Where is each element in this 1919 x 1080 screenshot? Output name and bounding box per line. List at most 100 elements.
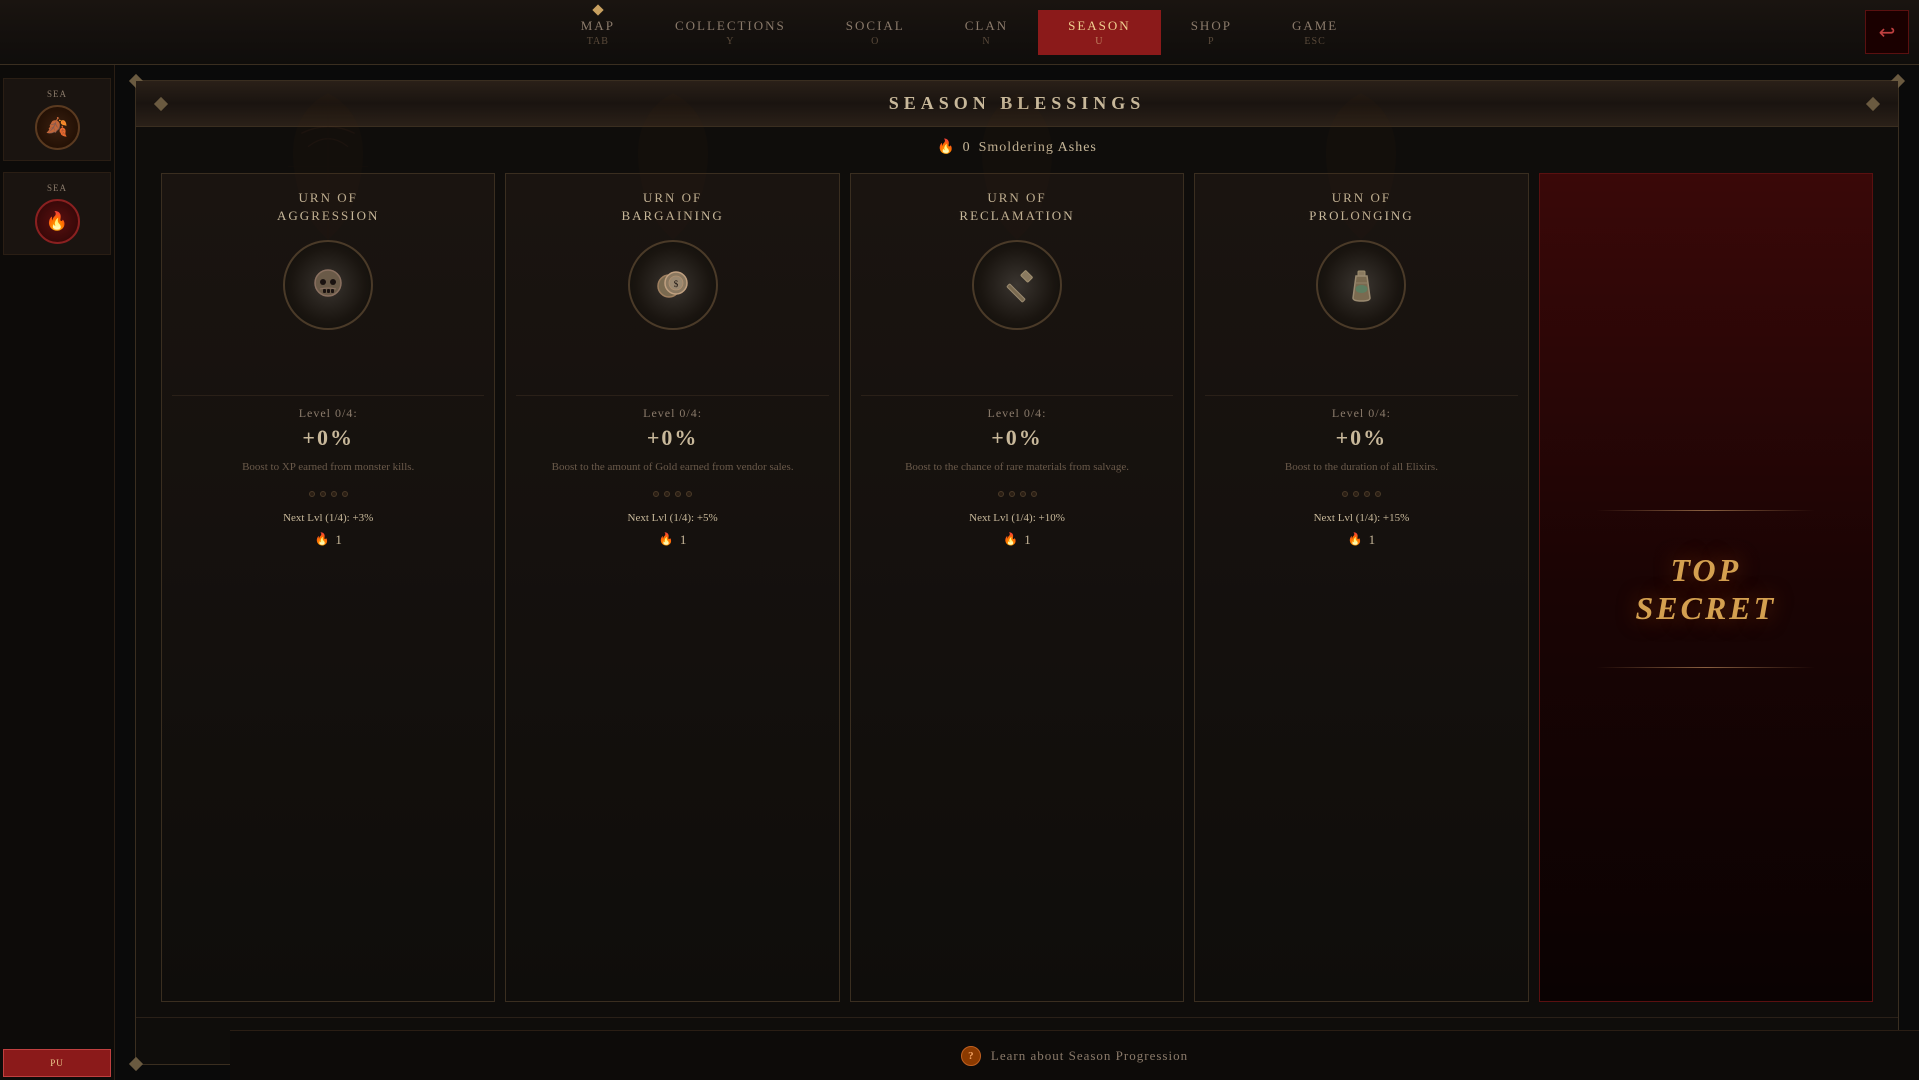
level-desc-prolonging: Boost to the duration of all Elixirs.	[1205, 459, 1517, 476]
urn-icon-container-bargaining: $	[628, 240, 718, 330]
sidebar-purchase-button[interactable]: PU	[3, 1049, 111, 1077]
nav-collections[interactable]: COLLECTIONS Y	[645, 10, 816, 55]
skull-icon	[306, 263, 351, 308]
progress-dots-prolonging	[1342, 491, 1381, 497]
dot-2	[1009, 491, 1015, 497]
nav-social[interactable]: SOCIAL O	[816, 10, 935, 55]
back-icon: ↩	[1879, 20, 1896, 45]
hammer-icon	[995, 263, 1040, 308]
level-info-prolonging: Level 0/4: +0% Boost to the duration of …	[1205, 395, 1517, 491]
blessing-card-prolonging[interactable]: URN OFPROLONGING Lev	[1194, 173, 1528, 1002]
sidebar-item-2-label: SEA	[47, 183, 67, 193]
level-bonus-prolonging: +0%	[1205, 425, 1517, 451]
next-level-prolonging: Next Lvl (1/4): +15%	[1314, 512, 1410, 524]
help-icon[interactable]: ?	[961, 1046, 981, 1066]
dot-2	[664, 491, 670, 497]
nav-shop-label: SHOP	[1191, 18, 1232, 34]
dot-3	[331, 491, 337, 497]
nav-map-label: MAP	[581, 18, 615, 34]
dot-2	[1353, 491, 1359, 497]
progress-dots-bargaining	[653, 491, 692, 497]
svg-text:$: $	[674, 279, 679, 289]
next-level-bargaining: Next Lvl (1/4): +5%	[628, 512, 718, 524]
nav-game[interactable]: GAME ESC	[1262, 10, 1368, 55]
upgrade-cost-bargaining: 1	[680, 532, 687, 548]
upgrade-fire-icon-bargaining: 🔥	[659, 532, 674, 547]
level-text-aggression: Level 0/4:	[172, 406, 484, 421]
left-sidebar: SEA 🍂 SEA 🔥 PU	[0, 65, 115, 1080]
nav-season[interactable]: SEASON U	[1038, 10, 1161, 55]
learn-link[interactable]: Learn about Season Progression	[991, 1048, 1188, 1064]
nav-map[interactable]: MAP TAB	[551, 10, 645, 55]
nav-clan-label: CLAN	[965, 18, 1008, 34]
upgrade-cost-prolonging: 1	[1369, 532, 1376, 548]
upgrade-row-reclamation[interactable]: 🔥 1	[1003, 532, 1030, 548]
title-diamond-right-icon	[1866, 96, 1880, 110]
upgrade-row-bargaining[interactable]: 🔥 1	[659, 532, 686, 548]
blessing-card-bargaining[interactable]: URN OFBARGAINING $ Le	[505, 173, 839, 1002]
blessing-card-reclamation[interactable]: URN OFRECLAMATION Level 0/4: +0%	[850, 173, 1184, 1002]
nav-map-key: TAB	[587, 36, 609, 47]
center-panel: SEASON BLESSINGS 🔥 0 Smoldering Ashes UR…	[115, 65, 1919, 1080]
map-diamond-icon	[592, 4, 603, 15]
level-desc-reclamation: Boost to the chance of rare materials fr…	[861, 459, 1173, 476]
sidebar-icon-1: 🍂	[35, 105, 80, 150]
level-info-aggression: Level 0/4: +0% Boost to XP earned from m…	[172, 395, 484, 491]
upgrade-fire-icon-aggression: 🔥	[314, 532, 329, 547]
dot-3	[1364, 491, 1370, 497]
top-secret-line-top	[1596, 510, 1815, 511]
sidebar-item-1[interactable]: SEA 🍂	[3, 78, 111, 161]
level-info-reclamation: Level 0/4: +0% Boost to the chance of ra…	[861, 395, 1173, 491]
level-bonus-bargaining: +0%	[516, 425, 828, 451]
dot-2	[320, 491, 326, 497]
blessing-card-top-secret: TOPSECRET	[1539, 173, 1873, 1002]
upgrade-row-aggression[interactable]: 🔥 1	[314, 532, 341, 548]
nav-social-key: O	[871, 36, 879, 47]
panel-frame: SEASON BLESSINGS 🔥 0 Smoldering Ashes UR…	[135, 80, 1899, 1065]
level-text-prolonging: Level 0/4:	[1205, 406, 1517, 421]
dot-3	[675, 491, 681, 497]
urn-icon-container-aggression	[283, 240, 373, 330]
upgrade-row-prolonging[interactable]: 🔥 1	[1348, 532, 1375, 548]
top-navigation: MAP TAB COLLECTIONS Y SOCIAL O CLAN N SE…	[0, 0, 1919, 65]
nav-season-key: U	[1095, 36, 1103, 47]
urn-icon-bg-prolonging	[1316, 240, 1406, 330]
level-desc-aggression: Boost to XP earned from monster kills.	[172, 459, 484, 476]
dot-4	[1375, 491, 1381, 497]
sidebar-icon-1-symbol: 🍂	[46, 117, 68, 138]
dot-1	[1342, 491, 1348, 497]
upgrade-cost-aggression: 1	[335, 532, 342, 548]
progress-dots-reclamation	[998, 491, 1037, 497]
ashes-fire-icon: 🔥	[937, 139, 954, 156]
next-level-reclamation: Next Lvl (1/4): +10%	[969, 512, 1065, 524]
urn-icon-container-prolonging	[1316, 240, 1406, 330]
nav-clan[interactable]: CLAN N	[935, 10, 1038, 55]
back-button[interactable]: ↩	[1865, 10, 1909, 54]
dot-1	[998, 491, 1004, 497]
level-text-bargaining: Level 0/4:	[516, 406, 828, 421]
urn-icon-bg-bargaining: $	[628, 240, 718, 330]
footer-bar: ? Learn about Season Progression	[230, 1030, 1919, 1080]
level-info-bargaining: Level 0/4: +0% Boost to the amount of Go…	[516, 395, 828, 491]
nav-collections-label: COLLECTIONS	[675, 18, 786, 34]
sidebar-icon-2-symbol: 🔥	[46, 211, 68, 232]
urn-icon-bg-reclamation	[972, 240, 1062, 330]
sidebar-item-1-label: SEA	[47, 89, 67, 99]
nav-shop[interactable]: SHOP P	[1161, 10, 1262, 55]
nav-social-label: SOCIAL	[846, 18, 905, 34]
top-secret-title: TOPSECRET	[1635, 551, 1776, 628]
dot-4	[1031, 491, 1037, 497]
sidebar-icon-2: 🔥	[35, 199, 80, 244]
dot-1	[653, 491, 659, 497]
urn-icon-container-reclamation	[972, 240, 1062, 330]
level-desc-bargaining: Boost to the amount of Gold earned from …	[516, 459, 828, 476]
level-text-reclamation: Level 0/4:	[861, 406, 1173, 421]
blessing-card-aggression[interactable]: URN OFAGGRESSION	[161, 173, 495, 1002]
top-secret-line-bottom	[1596, 667, 1815, 668]
nav-clan-key: N	[982, 36, 990, 47]
progress-dots-aggression	[309, 491, 348, 497]
coins-icon: $	[650, 263, 695, 308]
upgrade-fire-icon-reclamation: 🔥	[1003, 532, 1018, 547]
urn-icon-bg-aggression	[283, 240, 373, 330]
sidebar-item-2[interactable]: SEA 🔥	[3, 172, 111, 255]
